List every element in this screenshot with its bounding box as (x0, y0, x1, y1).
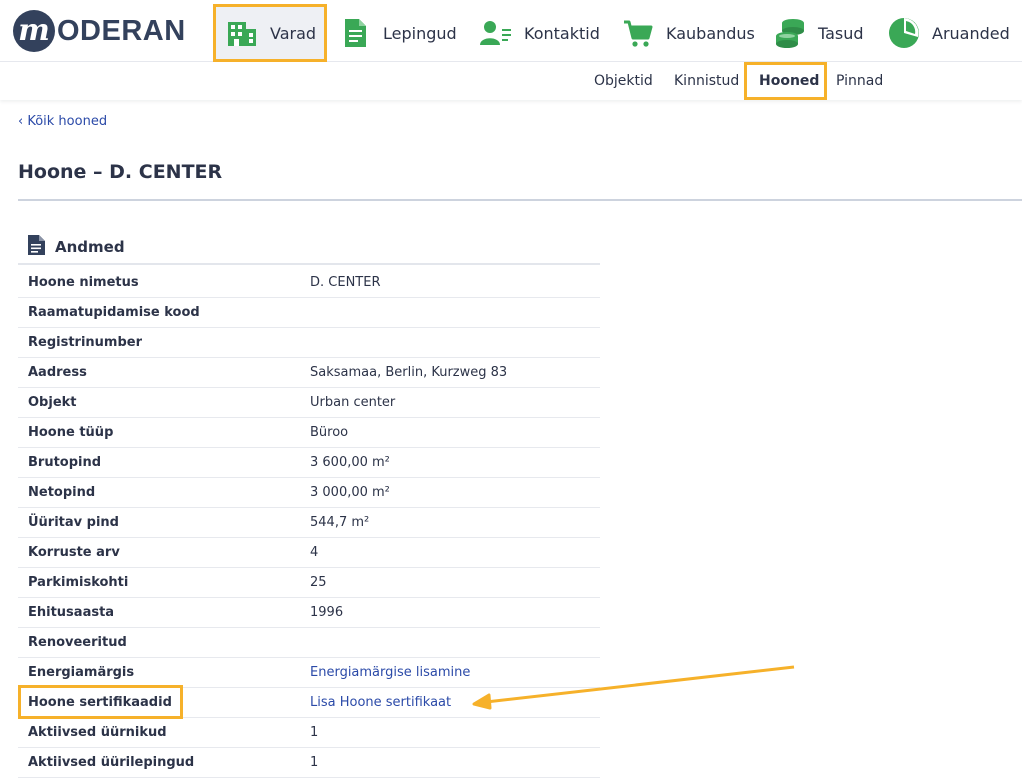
subnav-highlight-box (744, 62, 827, 100)
add-energy-label-link[interactable]: Energiamärgise lisamine (310, 665, 470, 680)
title-divider (18, 199, 1022, 201)
row-label: Energiamärgis (28, 665, 135, 680)
row-label: Hoone nimetus (28, 275, 139, 290)
row-label: Registrinumber (28, 335, 142, 350)
section-title: Andmed (55, 238, 125, 256)
nav-item-kaubandus[interactable]: Kaubandus (622, 4, 755, 62)
nav-label: Lepingud (383, 23, 457, 43)
table-row: Registrinumber (18, 328, 600, 358)
add-building-certificate-link[interactable]: Lisa Hoone sertifikaat (310, 695, 451, 710)
row-label: Objekt (28, 395, 77, 410)
certificate-highlight-box (18, 685, 183, 719)
table-row: Energiamärgis Energiamärgise lisamine (18, 658, 600, 688)
table-row: Ehitusaasta 1996 (18, 598, 600, 628)
nav-label: Tasud (818, 23, 864, 43)
row-value: Büroo (310, 425, 349, 440)
pie-chart-icon (888, 17, 920, 49)
row-value: 3 600,00 m² (310, 455, 390, 470)
row-label: Renoveeritud (28, 635, 127, 650)
row-label: Korruste arv (28, 545, 120, 560)
row-value: Saksamaa, Berlin, Kurzweg 83 (310, 365, 508, 380)
table-row: Hoone tüüp Büroo (18, 418, 600, 448)
row-value: 1 (310, 755, 319, 770)
row-value: 1996 (310, 605, 344, 620)
logo-text: ODERAN (57, 14, 186, 47)
nav-item-kontaktid[interactable]: Kontaktid (480, 4, 600, 62)
row-label: Parkimiskohti (28, 575, 129, 590)
row-value: Urban center (310, 395, 396, 410)
nav-item-varad[interactable]: Varad (226, 4, 316, 62)
row-value: 4 (310, 545, 319, 560)
row-value: D. CENTER (310, 275, 381, 290)
subnav-item-pinnad[interactable]: Pinnad (836, 62, 883, 100)
logo-mark: m (13, 10, 55, 52)
section-divider (18, 263, 600, 265)
table-row: Hoone nimetus D. CENTER (18, 268, 600, 298)
moderan-logo[interactable]: m ODERAN (13, 9, 186, 53)
table-row: Raamatupidamise kood (18, 298, 600, 328)
row-value: 25 (310, 575, 327, 590)
table-row: Aktiivsed üürilepingud 1 (18, 748, 600, 778)
table-row: Objekt Urban center (18, 388, 600, 418)
page-title: Hoone – D. CENTER (18, 161, 223, 183)
section-header: Andmed (28, 234, 125, 260)
row-label: Netopind (28, 485, 96, 500)
cart-icon (622, 17, 654, 49)
row-value: 1 (310, 725, 319, 740)
table-row: Renoveeritud (18, 628, 600, 658)
document-icon (28, 235, 45, 259)
nav-label: Kontaktid (524, 23, 600, 43)
row-label: Brutopind (28, 455, 102, 470)
row-label: Üüritav pind (28, 515, 119, 530)
buildings-icon (226, 17, 258, 49)
subnav-item-kinnistud[interactable]: Kinnistud (674, 62, 739, 100)
nav-label: Aruanded (932, 23, 1010, 43)
row-value: 3 000,00 m² (310, 485, 390, 500)
subnav-item-objektid[interactable]: Objektid (594, 62, 653, 100)
table-row: Aadress Saksamaa, Berlin, Kurzweg 83 (18, 358, 600, 388)
row-label: Aadress (28, 365, 87, 380)
table-row: Netopind 3 000,00 m² (18, 478, 600, 508)
document-icon (339, 17, 371, 49)
row-label: Ehitusaasta (28, 605, 115, 620)
nav-item-lepingud[interactable]: Lepingud (339, 4, 457, 62)
nav-item-aruanded[interactable]: Aruanded (888, 4, 1010, 62)
coins-icon (774, 17, 806, 49)
contact-card-icon (480, 17, 512, 49)
row-label: Raamatupidamise kood (28, 305, 200, 320)
row-value: 544,7 m² (310, 515, 370, 530)
row-label: Hoone tüüp (28, 425, 114, 440)
sub-navigation: Objektid Kinnistud Hooned Pinnad (0, 62, 1022, 100)
table-row: Korruste arv 4 (18, 538, 600, 568)
table-row: Parkimiskohti 25 (18, 568, 600, 598)
table-row: Üüritav pind 544,7 m² (18, 508, 600, 538)
table-row: Aktiivsed üürnikud 1 (18, 718, 600, 748)
row-label: Aktiivsed üürnikud (28, 725, 167, 740)
back-to-all-buildings-link[interactable]: ‹ Kõik hooned (18, 114, 107, 129)
table-row: Brutopind 3 600,00 m² (18, 448, 600, 478)
row-label: Aktiivsed üürilepingud (28, 755, 195, 770)
nav-label: Varad (270, 23, 317, 43)
nav-item-tasud[interactable]: Tasud (774, 4, 864, 62)
nav-label: Kaubandus (666, 23, 755, 43)
